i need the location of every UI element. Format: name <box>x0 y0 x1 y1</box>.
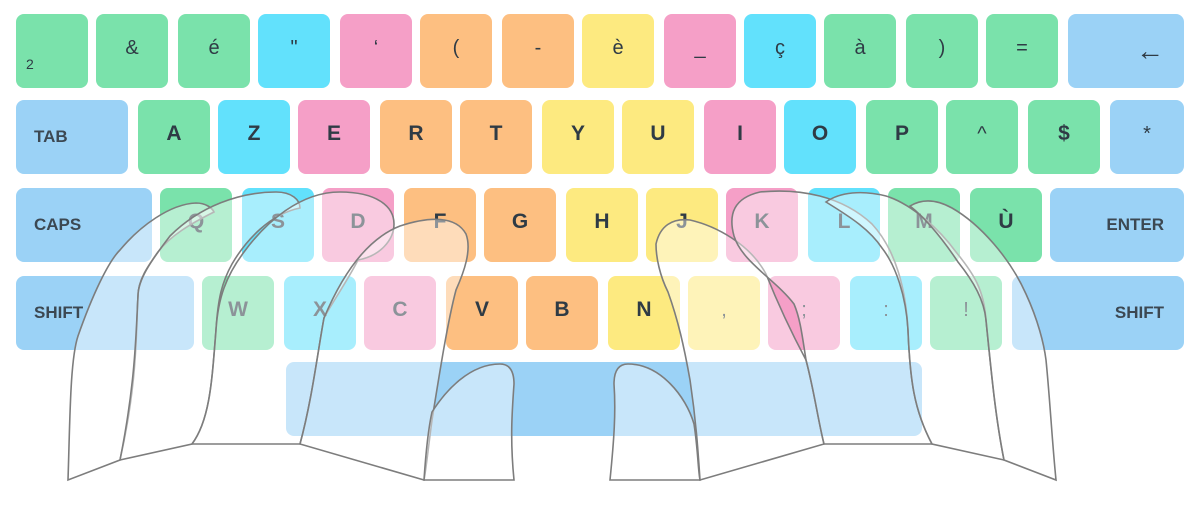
key-u-grave[interactable]: Ù <box>970 188 1042 262</box>
key-double-quote[interactable]: " <box>258 14 330 88</box>
key-comma[interactable]: , <box>688 276 760 350</box>
key-o[interactable]: O <box>784 100 856 174</box>
key-left-shift[interactable]: SHIFT <box>16 276 194 350</box>
key-single-quote[interactable]: ‘ <box>340 14 412 88</box>
key-colon[interactable]: : <box>850 276 922 350</box>
key-a-grave[interactable]: à <box>824 14 896 88</box>
key-tab[interactable]: TAB <box>16 100 128 174</box>
key-enter[interactable]: ENTER <box>1050 188 1184 262</box>
key-caps-lock[interactable]: CAPS <box>16 188 152 262</box>
key-c-cedilla[interactable]: ç <box>744 14 816 88</box>
key-e-grave[interactable]: è <box>582 14 654 88</box>
key-v[interactable]: V <box>446 276 518 350</box>
key-right-paren[interactable]: ) <box>906 14 978 88</box>
key-k[interactable]: K <box>726 188 798 262</box>
key-spacebar[interactable] <box>286 362 922 436</box>
key-d[interactable]: D <box>322 188 394 262</box>
key-e-acute[interactable]: é <box>178 14 250 88</box>
key-p[interactable]: P <box>866 100 938 174</box>
key-j[interactable]: J <box>646 188 718 262</box>
key-underscore[interactable]: _ <box>664 14 736 88</box>
key-x[interactable]: X <box>284 276 356 350</box>
key-r[interactable]: R <box>380 100 452 174</box>
backspace-arrow-icon: ← <box>1136 35 1164 66</box>
key-g[interactable]: G <box>484 188 556 262</box>
key-s[interactable]: S <box>242 188 314 262</box>
key-e[interactable]: E <box>298 100 370 174</box>
key-a[interactable]: A <box>138 100 210 174</box>
key-exclamation[interactable]: ! <box>930 276 1002 350</box>
key-caret[interactable]: ^ <box>946 100 1018 174</box>
key-left-paren[interactable]: ( <box>420 14 492 88</box>
key-h[interactable]: H <box>566 188 638 262</box>
key-dollar[interactable]: $ <box>1028 100 1100 174</box>
key-b[interactable]: B <box>526 276 598 350</box>
key-u[interactable]: U <box>622 100 694 174</box>
key-superscript-2[interactable]: 2 <box>16 14 88 88</box>
key-asterisk[interactable]: * <box>1110 100 1184 174</box>
keyboard: 2 & é " ‘ ( - è _ ç à ) = ← TAB A Z E R … <box>0 0 1200 520</box>
key-semicolon[interactable]: ; <box>768 276 840 350</box>
key-y[interactable]: Y <box>542 100 614 174</box>
key-w[interactable]: W <box>202 276 274 350</box>
key-c[interactable]: C <box>364 276 436 350</box>
key-right-shift[interactable]: SHIFT <box>1012 276 1184 350</box>
key-q[interactable]: Q <box>160 188 232 262</box>
key-f[interactable]: F <box>404 188 476 262</box>
key-equals[interactable]: = <box>986 14 1058 88</box>
key-ampersand[interactable]: & <box>96 14 168 88</box>
key-t[interactable]: T <box>460 100 532 174</box>
key-i[interactable]: I <box>704 100 776 174</box>
key-n[interactable]: N <box>608 276 680 350</box>
key-l[interactable]: L <box>808 188 880 262</box>
key-backspace[interactable]: ← <box>1068 14 1184 88</box>
key-z[interactable]: Z <box>218 100 290 174</box>
key-m[interactable]: M <box>888 188 960 262</box>
key-hyphen[interactable]: - <box>502 14 574 88</box>
